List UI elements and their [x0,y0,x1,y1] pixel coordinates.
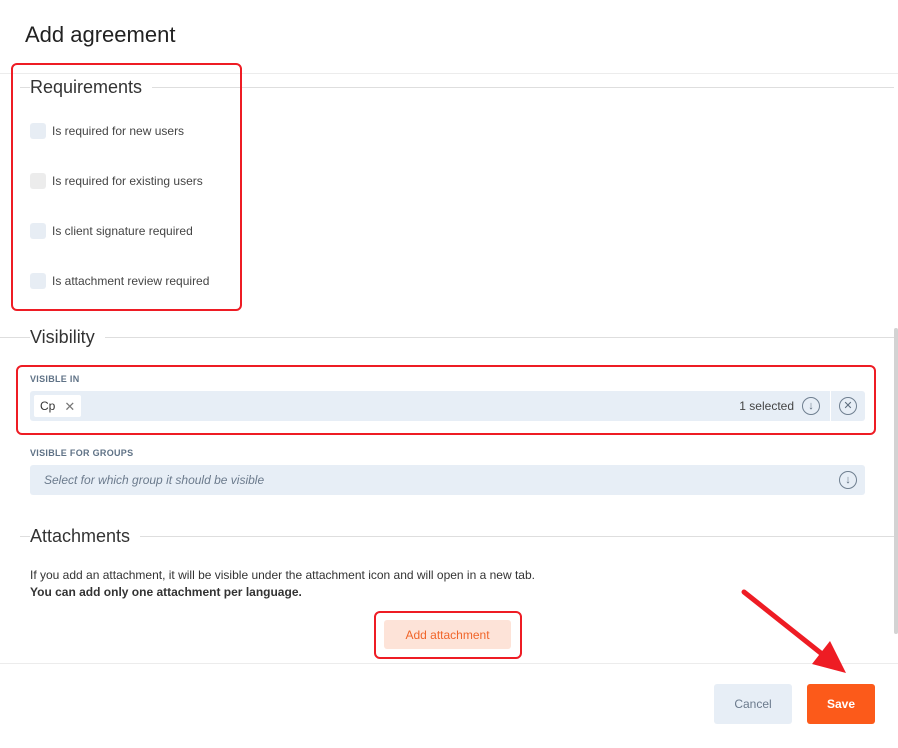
groups-placeholder: Select for which group it should be visi… [44,473,265,487]
footer-divider [0,663,898,664]
existing-users-label: Is required for existing users [52,174,203,188]
existing-users-checkbox[interactable] [30,173,46,189]
save-button[interactable]: Save [807,684,875,724]
attachments-info: If you add an attachment, it will be vis… [30,567,535,601]
checkbox-row-existing-users[interactable]: Is required for existing users [30,171,203,191]
clear-circle-icon[interactable]: ✕ [839,397,857,415]
chip-remove-icon[interactable]: ✕ [64,400,75,413]
visibility-heading: Visibility [30,327,105,348]
visible-for-groups-label: VISIBLE FOR GROUPS [30,448,134,458]
visible-for-groups-select[interactable]: Select for which group it should be visi… [30,465,865,495]
annotation-arrow-head [812,641,846,673]
attachment-review-checkbox[interactable] [30,273,46,289]
attachments-note: You can add only one attachment per lang… [30,585,302,599]
scrollbar[interactable] [894,328,898,634]
select-separator [830,391,831,421]
arrow-down-circle-icon[interactable]: ↓ [839,471,857,489]
checkbox-row-new-users[interactable]: Is required for new users [30,121,184,141]
attachments-heading: Attachments [30,526,141,547]
chip-cp-label: Cp [40,399,56,413]
dialog-title: Add agreement [25,22,176,47]
new-users-checkbox[interactable] [30,123,46,139]
attachments-info-text: If you add an attachment, it will be vis… [30,568,535,582]
visible-in-label: VISIBLE IN [30,374,80,384]
new-users-label: Is required for new users [52,124,185,138]
visibility-rule [0,337,894,338]
client-signature-label: Is client signature required [52,224,193,238]
checkbox-row-attachment-review[interactable]: Is attachment review required [30,271,209,291]
attachment-review-label: Is attachment review required [52,274,210,288]
title-divider [0,73,898,74]
visible-in-select[interactable]: Cp ✕ 1 selected ↓ ✕ [30,391,865,421]
chip-cp: Cp ✕ [34,395,82,417]
requirements-heading: Requirements [30,77,153,98]
cancel-button[interactable]: Cancel [714,684,792,724]
arrow-down-circle-icon[interactable]: ↓ [802,397,820,415]
add-attachment-button[interactable]: Add attachment [384,620,511,649]
attachments-rule [20,536,894,537]
annotation-arrow-shaft [741,589,825,657]
selected-count: 1 selected [739,399,794,413]
client-signature-checkbox[interactable] [30,223,46,239]
checkbox-row-client-signature[interactable]: Is client signature required [30,221,193,241]
